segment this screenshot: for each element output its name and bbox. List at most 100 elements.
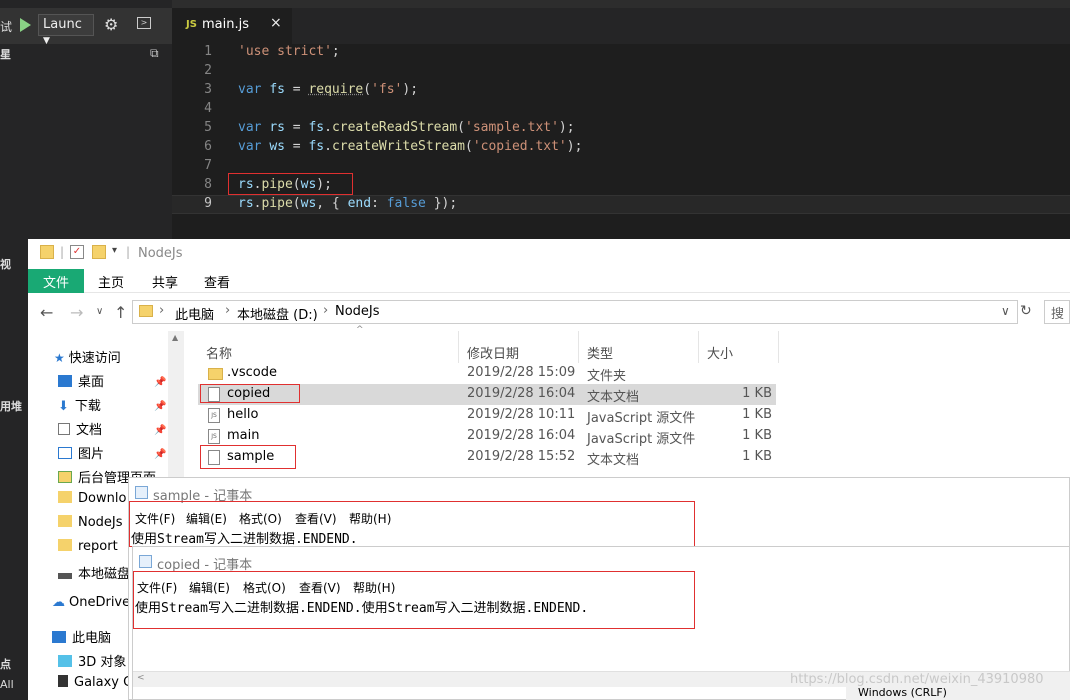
file-date: 2019/2/28 16:04	[467, 428, 576, 443]
tab-file[interactable]: 文件	[28, 269, 84, 293]
nav-pictures[interactable]: 图片	[58, 443, 104, 467]
pin-icon: 📌	[154, 425, 167, 436]
code-line: 3 var fs = require('fs');	[172, 82, 1070, 101]
column-divider	[698, 331, 699, 363]
breadcrumb-folder[interactable]: NodeJs	[335, 304, 380, 319]
code-text: var ws = fs.createWriteStream('copied.tx…	[238, 139, 583, 154]
start-debugging-button[interactable]	[20, 18, 31, 32]
folder-icon	[139, 305, 153, 317]
js-file-icon: JS	[208, 408, 220, 423]
code-editor[interactable]: 1 'use strict'; 2 3 var fs = require('fs…	[172, 44, 1070, 240]
notepad-icon	[139, 555, 152, 568]
properties-icon[interactable]: ✓	[70, 245, 84, 259]
annotation-box	[129, 501, 695, 547]
tab-share[interactable]: 共享	[152, 269, 178, 293]
nav-nodejs[interactable]: NodeJs	[58, 515, 123, 539]
nav-label: NodeJs	[78, 515, 123, 530]
nav-3d-objects[interactable]: 3D 对象	[58, 651, 126, 675]
pin-icon: 📌	[154, 449, 167, 460]
nav-downloads-folder[interactable]: Downlo	[58, 491, 126, 515]
nav-desktop[interactable]: 桌面	[58, 371, 104, 395]
file-name: main	[227, 428, 260, 443]
file-row[interactable]: JS main 2019/2/28 16:04 JavaScript 源文件 1…	[198, 426, 776, 447]
file-row[interactable]: .vscode 2019/2/28 15:09 文件夹	[198, 363, 776, 384]
nav-local-disk[interactable]: 本地磁盘	[58, 563, 130, 587]
scroll-up-icon[interactable]: ▲	[172, 333, 178, 342]
nav-quick-access[interactable]: ★ 快速访问	[54, 347, 121, 371]
folder-icon	[58, 515, 72, 527]
column-divider	[778, 331, 779, 363]
launch-config-select[interactable]: Launc ▼	[38, 14, 94, 46]
customize-dropdown-icon[interactable]: ▾	[112, 245, 117, 256]
scroll-left-icon[interactable]: <	[137, 673, 145, 683]
line-number: 4	[204, 101, 212, 116]
file-type: 文本文档	[587, 390, 640, 405]
download-icon: ⬇	[58, 399, 69, 414]
forward-arrow-icon[interactable]: →	[70, 303, 83, 322]
address-bar[interactable]: › 此电脑 › 本地磁盘 (D:) › NodeJs ∨	[132, 300, 1018, 324]
refresh-icon[interactable]: ↻	[1020, 303, 1032, 319]
column-divider	[458, 331, 459, 363]
code-text: 'use strict';	[238, 44, 340, 59]
side-section-head-1[interactable]: 星	[0, 46, 172, 66]
file-row[interactable]: JS hello 2019/2/28 10:11 JavaScript 源文件 …	[198, 405, 776, 426]
new-folder-icon[interactable]	[92, 245, 106, 259]
line-number: 5	[204, 120, 212, 135]
collapse-all-icon[interactable]: ⧉	[150, 46, 159, 61]
code-line: 4	[172, 101, 1070, 120]
nav-label: 3D 对象	[78, 655, 127, 670]
up-arrow-icon[interactable]: ↑	[114, 303, 127, 322]
recent-dropdown-icon[interactable]: ∨	[96, 306, 103, 317]
window-title: NodeJs	[138, 246, 183, 261]
nav-galaxy[interactable]: Galaxy C	[58, 675, 132, 699]
chevron-down-icon[interactable]: ∨	[1001, 304, 1010, 318]
line-number: 6	[204, 139, 212, 154]
column-type[interactable]: 类型	[587, 343, 613, 362]
nav-downloads[interactable]: ⬇ 下载	[58, 395, 101, 419]
column-date[interactable]: 修改日期	[467, 343, 519, 362]
column-size[interactable]: 大小	[707, 343, 733, 362]
tab-home[interactable]: 主页	[98, 269, 124, 293]
breadcrumb-drive[interactable]: 本地磁盘 (D:)	[237, 304, 318, 323]
title-strip	[172, 0, 1070, 8]
tab-view[interactable]: 查看	[204, 269, 230, 293]
close-icon[interactable]: ×	[270, 15, 282, 31]
folder-icon	[208, 368, 223, 380]
nav-label: Galaxy C	[74, 675, 133, 690]
code-text: var fs = require('fs');	[238, 82, 419, 97]
file-type: 文件夹	[587, 369, 627, 384]
file-type: 文本文档	[587, 453, 640, 468]
annotation-box	[200, 445, 296, 469]
line-number: 2	[204, 63, 212, 78]
nav-report[interactable]: report	[58, 539, 118, 563]
sort-arrow-icon: ^	[356, 325, 364, 335]
file-type: JavaScript 源文件	[587, 411, 696, 426]
line-number: 7	[204, 158, 212, 173]
nav-onedrive[interactable]: ☁ OneDrive	[52, 595, 130, 619]
notepad-icon	[135, 486, 148, 499]
back-arrow-icon[interactable]: ←	[40, 303, 53, 322]
debug-console-icon[interactable]: >	[137, 17, 151, 29]
line-number: 1	[204, 44, 212, 59]
search-input[interactable]: 搜	[1044, 300, 1070, 324]
js-file-icon: JS	[186, 19, 197, 30]
gear-icon[interactable]: ⚙	[104, 15, 118, 34]
nav-label: 快速访问	[68, 351, 121, 366]
cube-icon	[58, 655, 72, 667]
nav-label: 此电脑	[72, 631, 112, 646]
nav-label: report	[78, 539, 118, 554]
separator: |	[126, 245, 131, 259]
tab-main-js[interactable]: JS main.js ×	[172, 8, 292, 44]
separator: |	[60, 245, 65, 259]
annotation-box	[228, 173, 353, 195]
nav-documents[interactable]: 文档	[58, 419, 102, 443]
column-name[interactable]: 名称	[206, 343, 232, 362]
folder-icon	[58, 471, 72, 483]
pin-icon: 📌	[154, 401, 167, 412]
tab-label: main.js	[202, 17, 249, 32]
js-file-icon: JS	[208, 429, 220, 444]
breadcrumb-pc[interactable]: 此电脑	[175, 304, 214, 323]
nav-this-pc[interactable]: 此电脑	[52, 627, 111, 651]
file-size: 1 KB	[742, 428, 772, 443]
file-name: .vscode	[227, 365, 277, 380]
